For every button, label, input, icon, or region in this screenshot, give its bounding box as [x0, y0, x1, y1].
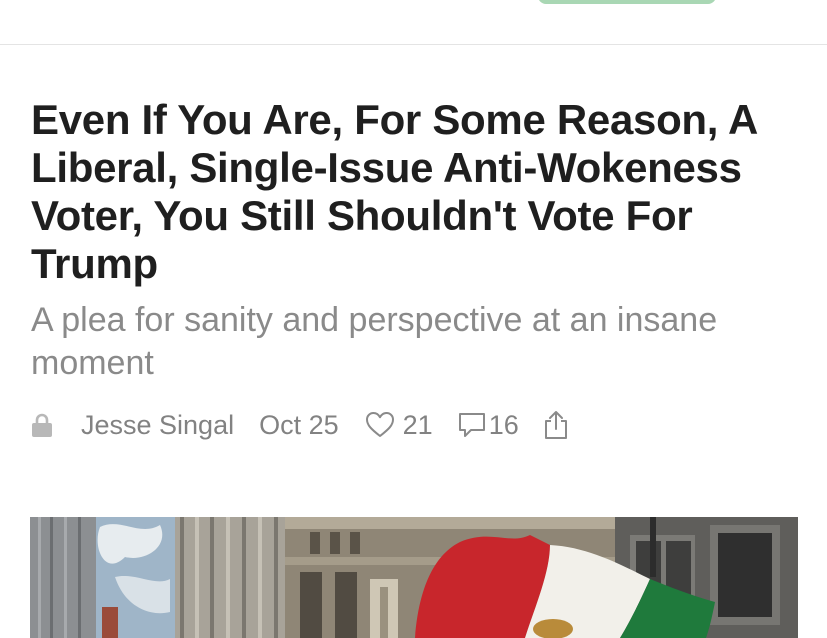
- top-bar: [0, 0, 827, 45]
- comment-count: 16: [488, 409, 519, 440]
- comment-icon: [458, 413, 485, 437]
- comment-button[interactable]: 16: [457, 410, 519, 441]
- like-count: 21: [402, 409, 433, 440]
- hero-image[interactable]: [30, 517, 798, 638]
- heart-icon: [365, 412, 394, 437]
- post-subtitle: A plea for sanity and perspective at an …: [31, 301, 718, 382]
- subscribe-button[interactable]: [538, 0, 716, 4]
- post-date: Oct 25: [259, 409, 339, 440]
- lock-icon: [31, 413, 53, 437]
- like-button[interactable]: 21: [365, 410, 433, 441]
- author-name[interactable]: Jesse Singal: [81, 410, 234, 441]
- post-meta: Jesse Singal Oct 25 21 16: [31, 405, 569, 445]
- post-page: Even If You Are, For Some Reason, A Libe…: [0, 0, 827, 638]
- post-title[interactable]: Even If You Are, For Some Reason, A Libe…: [31, 96, 806, 288]
- share-icon: [544, 411, 567, 439]
- share-button[interactable]: [543, 410, 569, 440]
